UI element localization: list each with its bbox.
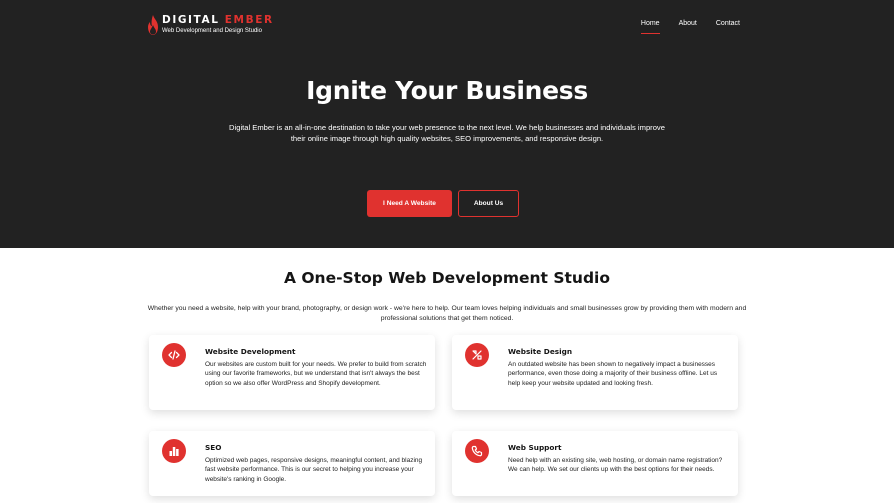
nav-item-about[interactable]: About <box>679 19 697 31</box>
card-title: SEO <box>205 443 222 452</box>
brand-tagline: Web Development and Design Studio <box>162 28 262 34</box>
hero-section: DIGITAL EMBER Web Development and Design… <box>0 0 894 248</box>
card-text: An outdated website has been shown to ne… <box>508 361 718 387</box>
about-us-button[interactable]: About Us <box>458 190 519 217</box>
card-title: Website Design <box>508 347 573 356</box>
need-website-button[interactable]: I Need A Website <box>367 190 452 217</box>
card-text: Optimized web pages, responsive designs,… <box>205 457 423 483</box>
service-card-website-design: Website Design An outdated website has b… <box>452 335 738 410</box>
card-text: Need help with an existing site, web hos… <box>508 457 723 474</box>
nav-item-contact[interactable]: Contact <box>716 19 740 31</box>
card-text: Our websites are custom built for your n… <box>205 361 427 387</box>
nav-item-home[interactable]: Home <box>640 19 660 34</box>
service-card-seo: SEO Optimized web pages, responsive desi… <box>149 431 435 496</box>
brand-name: DIGITAL EMBER <box>162 14 274 26</box>
code-icon <box>162 343 186 367</box>
design-tools-icon <box>465 343 489 367</box>
main-nav: Home About Contact <box>622 19 740 34</box>
logo[interactable]: DIGITAL EMBER Web Development and Design… <box>147 14 274 35</box>
flame-icon <box>148 15 158 35</box>
service-card-web-support: Web Support Need help with an existing s… <box>452 431 738 496</box>
services-description: Whether you need a website, help with yo… <box>147 305 747 322</box>
hero-title: Ignite Your Business <box>306 76 588 105</box>
services-title: A One-Stop Web Development Studio <box>283 269 611 287</box>
phone-icon <box>465 439 489 463</box>
card-title: Web Support <box>508 443 562 452</box>
service-card-website-development: Website Development Our websites are cus… <box>149 335 435 410</box>
hero-description: Digital Ember is an all-in-one destinati… <box>229 123 665 143</box>
card-title: Website Development <box>205 347 296 356</box>
bar-chart-icon <box>162 439 186 463</box>
